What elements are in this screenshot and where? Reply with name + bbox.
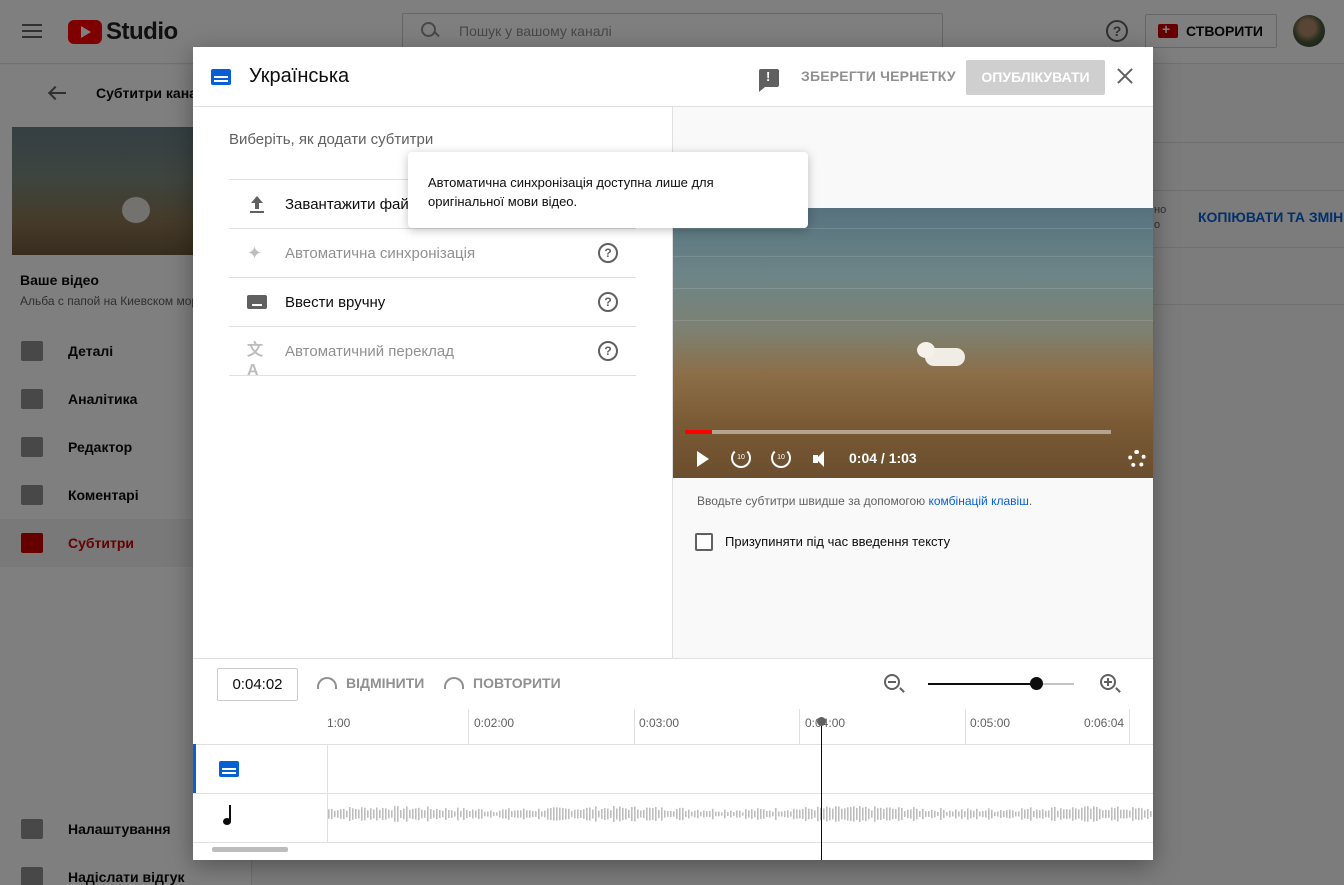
redo-button[interactable]: ПОВТОРИТИ bbox=[473, 675, 561, 691]
tick bbox=[965, 709, 966, 744]
auto-sync-tooltip: Автоматична синхронізація доступна лише … bbox=[408, 152, 808, 228]
tick-label: 1:00 bbox=[327, 716, 351, 730]
help-icon[interactable]: ? bbox=[598, 243, 618, 263]
zoom-in-icon[interactable] bbox=[1100, 674, 1121, 693]
sparkle-icon: ✦ bbox=[247, 243, 263, 263]
redo-icon[interactable] bbox=[444, 677, 464, 689]
play-icon[interactable] bbox=[697, 451, 709, 467]
keyboard-icon bbox=[247, 295, 267, 309]
feedback-icon[interactable] bbox=[759, 69, 779, 92]
help-icon[interactable]: ? bbox=[598, 341, 618, 361]
translate-icon: 文A bbox=[247, 342, 264, 379]
forward-10-icon[interactable]: 10 bbox=[771, 448, 791, 468]
video-player[interactable]: 10 10 0:04 / 1:03 bbox=[673, 208, 1153, 478]
zoom-slider[interactable] bbox=[928, 677, 1074, 690]
hint-suffix: . bbox=[1028, 494, 1033, 508]
divider bbox=[193, 793, 1153, 794]
water-ripple bbox=[673, 228, 1153, 229]
option-label: Ввести вручну bbox=[285, 293, 386, 311]
option-auto-translate[interactable]: 文A Автоматичний переклад ? bbox=[229, 326, 636, 379]
timecode-field[interactable]: 0:04:02 bbox=[217, 668, 298, 701]
tick-label: 0:03:00 bbox=[639, 716, 680, 730]
dialog-title: Українська bbox=[249, 65, 350, 87]
rewind-10-icon[interactable]: 10 bbox=[731, 448, 751, 468]
keyboard-shortcuts-link[interactable]: комбінацій клавіш bbox=[929, 494, 1029, 508]
undo-icon[interactable] bbox=[317, 677, 337, 689]
progress-fill bbox=[685, 430, 712, 434]
option-auto-sync[interactable]: ✦ Автоматична синхронізація ? bbox=[229, 228, 636, 277]
zoom-slider-handle[interactable] bbox=[1030, 677, 1044, 690]
tick bbox=[799, 709, 800, 744]
time-display: 0:04 / 1:03 bbox=[849, 450, 917, 466]
playhead[interactable] bbox=[817, 717, 826, 860]
video-progress-bar[interactable] bbox=[685, 430, 1111, 434]
publish-button[interactable]: ОПУБЛІКУВАТИ bbox=[966, 60, 1105, 95]
save-draft-button[interactable]: ЗБЕРЕГТИ ЧЕРНЕТКУ bbox=[801, 68, 956, 84]
water-ripple bbox=[673, 320, 1153, 321]
tick-label: 0:05:00 bbox=[970, 716, 1011, 730]
tick bbox=[1129, 709, 1130, 744]
divider bbox=[193, 842, 1153, 843]
gear-icon[interactable] bbox=[1128, 450, 1146, 468]
pause-while-typing-label: Призупиняти під час введення тексту bbox=[725, 534, 951, 549]
divider bbox=[193, 744, 1153, 745]
help-icon[interactable]: ? bbox=[598, 292, 618, 312]
shortcuts-hint: Вводьте субтитри швидше за допомогою ком… bbox=[697, 494, 1032, 508]
timeline-editor: 0:04:02 ВІДМІНИТИ ПОВТОРИТИ 1:00 0:02:00… bbox=[193, 658, 1153, 860]
water-ripple bbox=[673, 288, 1153, 289]
volume-icon[interactable] bbox=[813, 450, 833, 468]
tick-label: 0:06:04 bbox=[1084, 716, 1125, 730]
subtitles-track-icon bbox=[219, 761, 239, 777]
subtitles-dialog: Українська ЗБЕРЕГТИ ЧЕРНЕТКУ ОПУБЛІКУВАТ… bbox=[193, 47, 1153, 860]
tick bbox=[468, 709, 469, 744]
time-ruler[interactable]: 1:00 0:02:00 0:03:00 0:04:00 0:05:00 0:0… bbox=[327, 709, 1153, 744]
zoom-out-icon[interactable] bbox=[884, 674, 905, 693]
option-label: Завантажити файл bbox=[285, 195, 418, 213]
audio-waveform[interactable] bbox=[328, 799, 1153, 829]
tick-label: 0:02:00 bbox=[474, 716, 515, 730]
close-icon[interactable] bbox=[1115, 66, 1135, 86]
dialog-header: Українська ЗБЕРЕГТИ ЧЕРНЕТКУ ОПУБЛІКУВАТ… bbox=[193, 47, 1153, 107]
water-ripple bbox=[673, 256, 1153, 257]
tick bbox=[634, 709, 635, 744]
undo-button[interactable]: ВІДМІНИТИ bbox=[346, 675, 424, 691]
horizontal-scrollbar[interactable] bbox=[212, 847, 288, 852]
divider bbox=[229, 375, 636, 376]
active-track-indicator bbox=[193, 744, 196, 793]
hint-prefix: Вводьте субтитри швидше за допомогою bbox=[697, 494, 929, 508]
pause-while-typing-checkbox[interactable] bbox=[695, 533, 713, 551]
subtitles-icon bbox=[211, 69, 231, 85]
music-note-icon bbox=[221, 805, 237, 827]
option-label: Автоматична синхронізація bbox=[285, 244, 476, 262]
upload-icon bbox=[247, 194, 267, 214]
option-type-manually[interactable]: Ввести вручну ? bbox=[229, 277, 636, 326]
dog-in-water bbox=[917, 342, 969, 368]
choose-method-label: Виберіть, як додати субтитри bbox=[229, 131, 434, 148]
option-label: Автоматичний переклад bbox=[285, 342, 455, 360]
